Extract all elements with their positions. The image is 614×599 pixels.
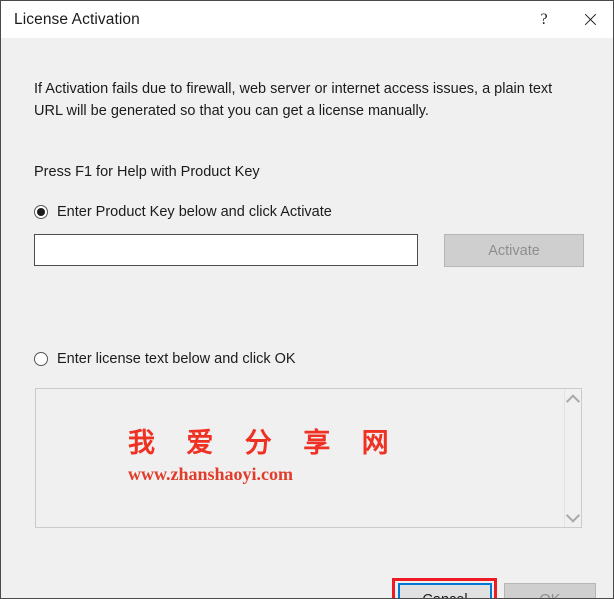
activate-button[interactable]: Activate — [444, 234, 584, 267]
chevron-up-icon — [565, 393, 581, 408]
radio-button-product-key[interactable] — [34, 205, 48, 219]
ok-button[interactable]: OK — [504, 583, 596, 598]
license-text-scrollbar[interactable] — [564, 389, 581, 527]
title-bar: License Activation ? — [1, 1, 613, 38]
product-key-input[interactable] — [34, 234, 418, 266]
help-hint-text: Press F1 for Help with Product Key — [34, 164, 260, 180]
radio-label-license-text: Enter license text below and click OK — [57, 351, 296, 367]
license-text-box: 我 爱 分 享 网 www.zhanshaoyi.com — [35, 388, 582, 528]
question-mark-icon: ? — [540, 10, 548, 28]
radio-option-license-text[interactable]: Enter license text below and click OK — [34, 351, 296, 367]
close-button[interactable] — [567, 1, 613, 38]
scroll-up-button[interactable] — [565, 391, 581, 408]
radio-button-license-text[interactable] — [34, 352, 48, 366]
scroll-down-button[interactable] — [565, 508, 581, 525]
window-title: License Activation — [14, 10, 140, 28]
close-icon — [583, 12, 598, 27]
help-button[interactable]: ? — [521, 1, 567, 38]
license-text-area[interactable] — [36, 389, 563, 527]
radio-label-product-key: Enter Product Key below and click Activa… — [57, 204, 332, 220]
intro-text: If Activation fails due to firewall, web… — [34, 81, 553, 119]
cancel-button[interactable]: Cancel — [398, 583, 492, 598]
chevron-down-icon — [565, 508, 581, 523]
license-activation-dialog: License Activation ? If Activation fails… — [0, 0, 614, 599]
dialog-body: If Activation fails due to firewall, web… — [1, 38, 613, 598]
radio-option-product-key[interactable]: Enter Product Key below and click Activa… — [34, 204, 332, 220]
